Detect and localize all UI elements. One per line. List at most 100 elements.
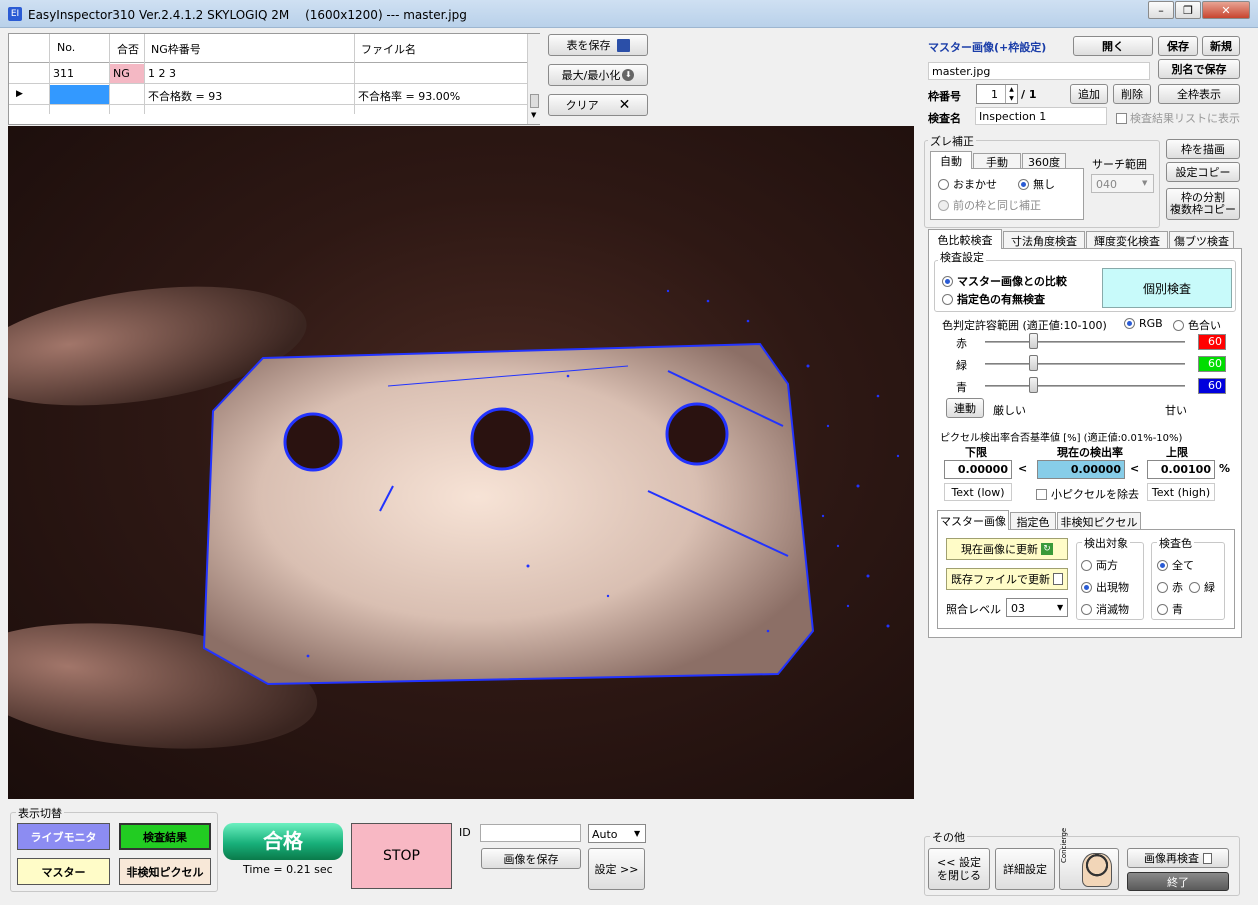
show-in-list-checkbox[interactable]: 検査結果リストに表示 [1116,110,1240,126]
copy-settings-button[interactable]: 設定コピー [1166,162,1240,182]
tab-offset-auto[interactable]: 自動 [930,151,972,169]
col-no[interactable]: No. [57,41,75,54]
open-button[interactable]: 開く [1073,36,1153,56]
green-slider[interactable] [1029,355,1038,371]
table-scrollbar[interactable]: ▼ [527,34,540,124]
specified-color-radio[interactable]: 指定色の有無検査 [942,291,1045,307]
text-high-input[interactable]: Text (high) [1147,483,1215,501]
row-pointer-icon: ▶ [16,89,23,99]
mode-select[interactable]: Auto ▼ [588,824,646,843]
show-all-frames-button[interactable]: 全枠表示 [1158,84,1240,104]
spinner-arrows-icon[interactable]: ▲ ▼ [1005,85,1017,103]
frame-number-spinner[interactable]: 1 ▲ ▼ [976,84,1018,104]
undetect-pixels-button[interactable]: 非検知ピクセル [119,858,211,885]
reinspect-button[interactable]: 画像再検査 [1127,848,1229,868]
concierge-button[interactable]: Concierge [1059,828,1119,890]
tab-defect-inspection[interactable]: 傷ブツ検査 [1169,231,1234,249]
concierge-avatar-icon [1082,853,1112,887]
green-slider-track[interactable] [985,363,1185,365]
upper-limit-input[interactable]: 0.00100 [1147,460,1215,479]
table-row[interactable]: ▶ 不合格数 = 93 不合格率 = 93.00% [9,85,527,105]
save-as-button[interactable]: 別名で保存 [1158,59,1240,79]
restore-button[interactable]: ❐ [1175,1,1201,19]
new-button[interactable]: 新規 [1202,36,1240,56]
delete-frame-button[interactable]: 削除 [1113,84,1151,104]
master-label: マスター画像(+枠設定) [928,41,1047,54]
lower-limit-label: 下限 [965,446,987,459]
id-label: ID [459,826,471,839]
save-button[interactable]: 保存 [1158,36,1198,56]
col-result[interactable]: 合否 [117,41,139,57]
stop-button[interactable]: STOP [351,823,452,889]
inspection-result-button[interactable]: 検査結果 [119,823,211,850]
tab-offset-manual[interactable]: 手動 [973,153,1021,169]
hole-1 [283,412,343,472]
offset-auto-radio[interactable]: おまかせ [938,176,997,192]
red-slider[interactable] [1029,333,1038,349]
add-frame-button[interactable]: 追加 [1070,84,1108,104]
color-blue-radio[interactable]: 青 [1157,601,1183,617]
tab-undetected-pixels[interactable]: 非検知ピクセル [1057,512,1141,530]
camera-image[interactable] [8,126,914,799]
blue-label: 青 [956,381,967,394]
col-file[interactable]: ファイル名 [361,41,416,57]
tab-dimension-inspection[interactable]: 寸法角度検査 [1003,231,1085,249]
file-icon [1053,573,1063,585]
target-appear-radio[interactable]: 出現物 [1081,579,1129,595]
match-level-select[interactable]: 03 ▼ [1006,598,1068,617]
color-green-radio[interactable]: 緑 [1189,579,1215,595]
individual-inspection-button[interactable]: 個別検査 [1102,268,1232,308]
offset-same-radio[interactable]: 前の枠と同じ補正 [938,197,1041,213]
save-image-button[interactable]: 画像を保存 [481,848,581,869]
tab-brightness-inspection[interactable]: 輝度変化検査 [1086,231,1168,249]
text-low-input[interactable]: Text (low) [944,483,1012,501]
results-table[interactable]: No. 合否 NG枠番号 ファイル名 311 NG 1 2 3 ▶ 不合格数 =… [8,33,540,125]
tab-offset-360[interactable]: 360度 [1022,153,1066,169]
tab-color-inspection[interactable]: 色比較検査 [928,229,1002,249]
split-frame-button[interactable]: 枠の分割 複数枠コピー [1166,188,1240,220]
tab-master-image[interactable]: マスター画像 [937,510,1009,530]
table-row[interactable]: 311 NG 1 2 3 [9,64,527,84]
green-value: 60 [1198,356,1226,372]
link-button[interactable]: 連動 [946,398,984,418]
close-window-button[interactable]: ✕ [1202,1,1250,19]
minimize-button[interactable]: – [1148,1,1174,19]
inspection-name-label: 検査名 [928,112,961,125]
save-table-button[interactable]: 表を保存 [548,34,648,56]
remove-small-pixels-checkbox[interactable]: 小ピクセルを除去 [1036,486,1139,502]
master-view-button[interactable]: マスター [17,858,110,885]
color-all-radio[interactable]: 全て [1157,557,1194,573]
lower-limit-input[interactable]: 0.00000 [944,460,1012,479]
maximize-button[interactable]: 最大/最小化 ⬇ [548,64,648,86]
draw-frame-button[interactable]: 枠を描画 [1166,139,1240,159]
id-input[interactable] [480,824,581,842]
search-range-select[interactable]: 040 ▼ [1091,174,1154,193]
selected-cell [50,85,109,104]
compare-master-radio[interactable]: マスター画像との比較 [942,273,1067,289]
rgb-radio[interactable]: RGB [1124,317,1163,330]
clear-button[interactable]: クリア ✕ [548,94,648,116]
col-ng-frames[interactable]: NG枠番号 [151,41,201,57]
settings-button[interactable]: 設定 >> [588,848,645,890]
search-range-label: サーチ範囲 [1092,158,1147,171]
table-header: No. 合否 NG枠番号 ファイル名 [9,34,527,114]
blue-slider-track[interactable] [985,385,1185,387]
update-existing-button[interactable]: 既存ファイルで更新 [946,568,1068,590]
offset-none-radio[interactable]: 無し [1018,176,1055,192]
live-monitor-button[interactable]: ライブモニタ [17,823,110,850]
inspection-time: Time = 0.21 sec [243,863,333,876]
tab-specified-color[interactable]: 指定色 [1010,512,1056,530]
color-red-radio[interactable]: 赤 [1157,579,1183,595]
target-both-radio[interactable]: 両方 [1081,557,1118,573]
update-current-button[interactable]: 現在画像に更新 ↻ [946,538,1068,560]
red-slider-track[interactable] [985,341,1185,343]
close-settings-button[interactable]: << 設定 を閉じる [928,848,990,890]
hue-radio[interactable]: 色合い [1173,317,1221,333]
blue-slider[interactable] [1029,377,1038,393]
detail-settings-button[interactable]: 詳細設定 [995,848,1055,890]
inspection-name-input[interactable]: Inspection 1 [975,107,1107,125]
quit-button[interactable]: 終了 [1127,872,1229,891]
scroll-down-icon[interactable]: ▼ [531,111,536,119]
green-label: 緑 [956,359,967,372]
target-vanish-radio[interactable]: 消滅物 [1081,601,1129,617]
